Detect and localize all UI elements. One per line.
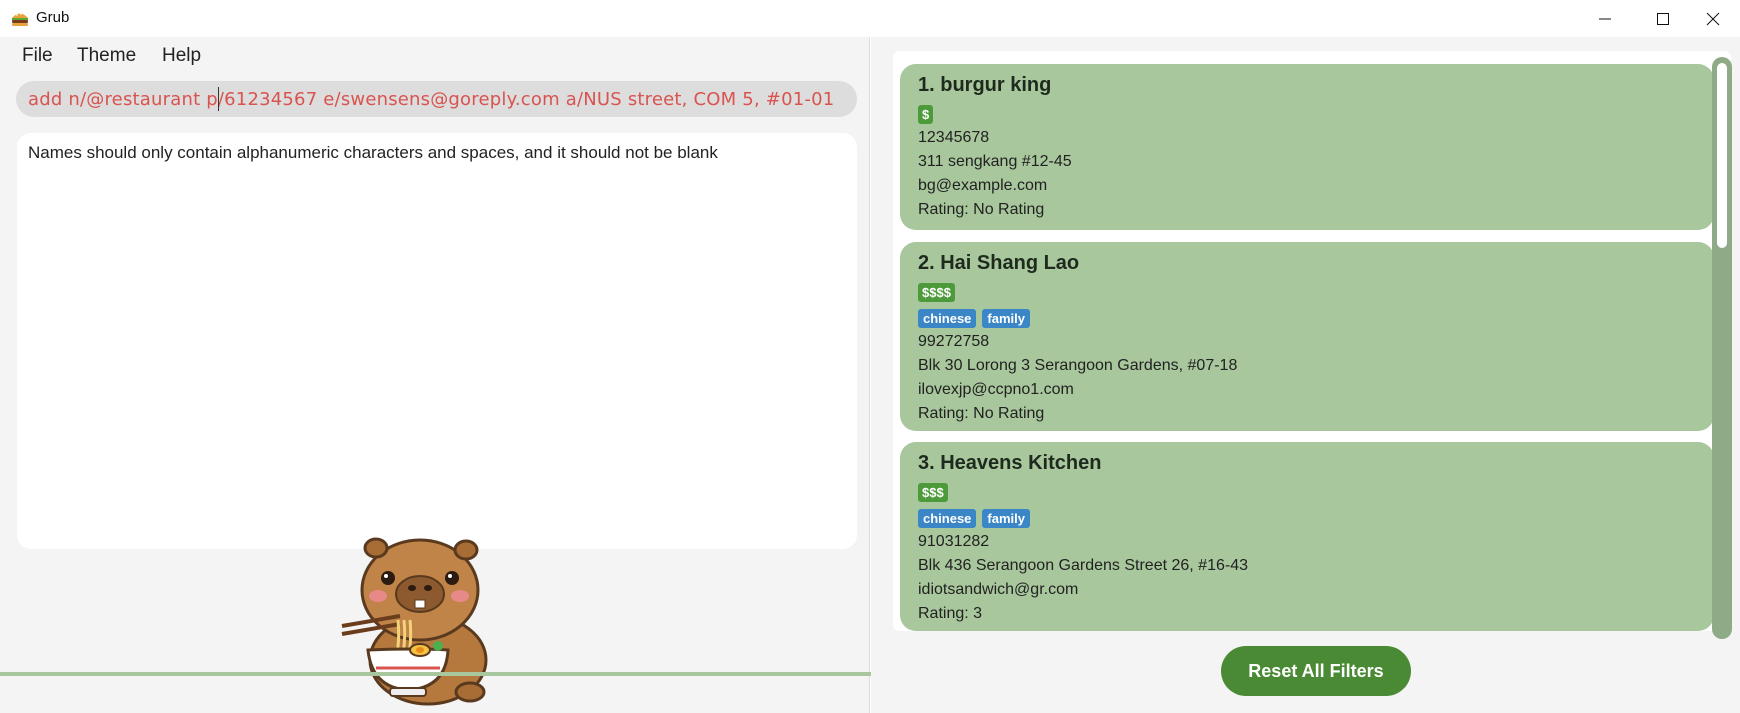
badge-row: $ <box>918 102 1696 126</box>
menu-help[interactable]: Help <box>162 45 201 67</box>
reset-filters-button[interactable]: Reset All Filters <box>1221 646 1411 696</box>
list-scrollbar[interactable] <box>1712 57 1732 639</box>
tag-badge: family <box>982 308 1030 328</box>
price-badge: $$$ <box>918 482 948 502</box>
close-button[interactable] <box>1690 0 1736 37</box>
badge-row: $$$ <box>918 480 1696 504</box>
window-title: Grub <box>36 9 70 26</box>
text-caret <box>218 87 219 111</box>
restaurant-name: 2. Hai Shang Lao <box>918 252 1080 274</box>
menu-bar: File Theme Help <box>0 37 870 73</box>
badge-row: $$$$ <box>918 280 1696 304</box>
tag-row: chinese family <box>918 306 1696 330</box>
price-badge: $$$$ <box>918 282 955 302</box>
tag-badge: chinese <box>918 308 977 328</box>
maximize-button[interactable] <box>1640 0 1686 37</box>
menu-theme[interactable]: Theme <box>77 45 136 67</box>
restaurant-address: Blk 30 Lorong 3 Serangoon Gardens, #07-1… <box>918 357 1238 374</box>
tag-badge: family <box>982 508 1030 528</box>
command-text: add n/@restaurant p/61234567 e/swensens@… <box>28 89 835 110</box>
scrollbar-thumb[interactable] <box>1717 63 1727 248</box>
title-bar: Grub <box>0 0 1740 37</box>
price-badge: $ <box>918 104 934 124</box>
restaurant-card[interactable]: 2. Hai Shang Lao $$$$ chinese family 992… <box>900 242 1714 431</box>
restaurant-card[interactable]: 1. burgur king $ 12345678 311 sengkang #… <box>900 64 1714 230</box>
result-message: Names should only contain alphanumeric c… <box>28 143 718 162</box>
restaurant-address: Blk 436 Serangoon Gardens Street 26, #16… <box>918 557 1248 574</box>
tag-row: chinese family <box>918 506 1696 530</box>
burger-icon <box>12 13 28 26</box>
left-pane: File Theme Help add n/@restaurant p/6123… <box>0 37 870 713</box>
restaurant-rating: Rating: 3 <box>918 605 983 622</box>
minimize-icon <box>1599 18 1611 19</box>
restaurant-email: bg@example.com <box>918 177 1048 194</box>
restaurant-rating: Rating: No Rating <box>918 201 1045 218</box>
minimize-button[interactable] <box>1582 0 1628 37</box>
menu-file[interactable]: File <box>22 45 53 67</box>
restaurant-phone: 91031282 <box>918 533 990 550</box>
restaurant-card[interactable]: 3. Heavens Kitchen $$$ chinese family 91… <box>900 442 1714 631</box>
restaurant-email: ilovexjp@ccpno1.com <box>918 381 1074 398</box>
restaurant-name: 1. burgur king <box>918 74 1052 96</box>
result-display: Names should only contain alphanumeric c… <box>17 133 857 549</box>
restaurant-list: 1. burgur king $ 12345678 311 sengkang #… <box>893 51 1731 631</box>
restaurant-name: 3. Heavens Kitchen <box>918 452 1102 474</box>
restaurant-address: 311 sengkang #12-45 <box>918 153 1072 170</box>
close-icon <box>1706 12 1720 25</box>
restaurant-phone: 12345678 <box>918 129 990 146</box>
tag-badge: chinese <box>918 508 977 528</box>
command-input[interactable]: add n/@restaurant p/61234567 e/swensens@… <box>16 81 857 117</box>
right-pane: 1. burgur king $ 12345678 311 sengkang #… <box>871 37 1740 713</box>
restaurant-phone: 99272758 <box>918 333 990 350</box>
restaurant-rating: Rating: No Rating <box>918 405 1045 422</box>
maximize-icon <box>1657 12 1669 25</box>
restaurant-email: idiotsandwich@gr.com <box>918 581 1079 598</box>
capybara-mascot-image <box>341 537 488 706</box>
